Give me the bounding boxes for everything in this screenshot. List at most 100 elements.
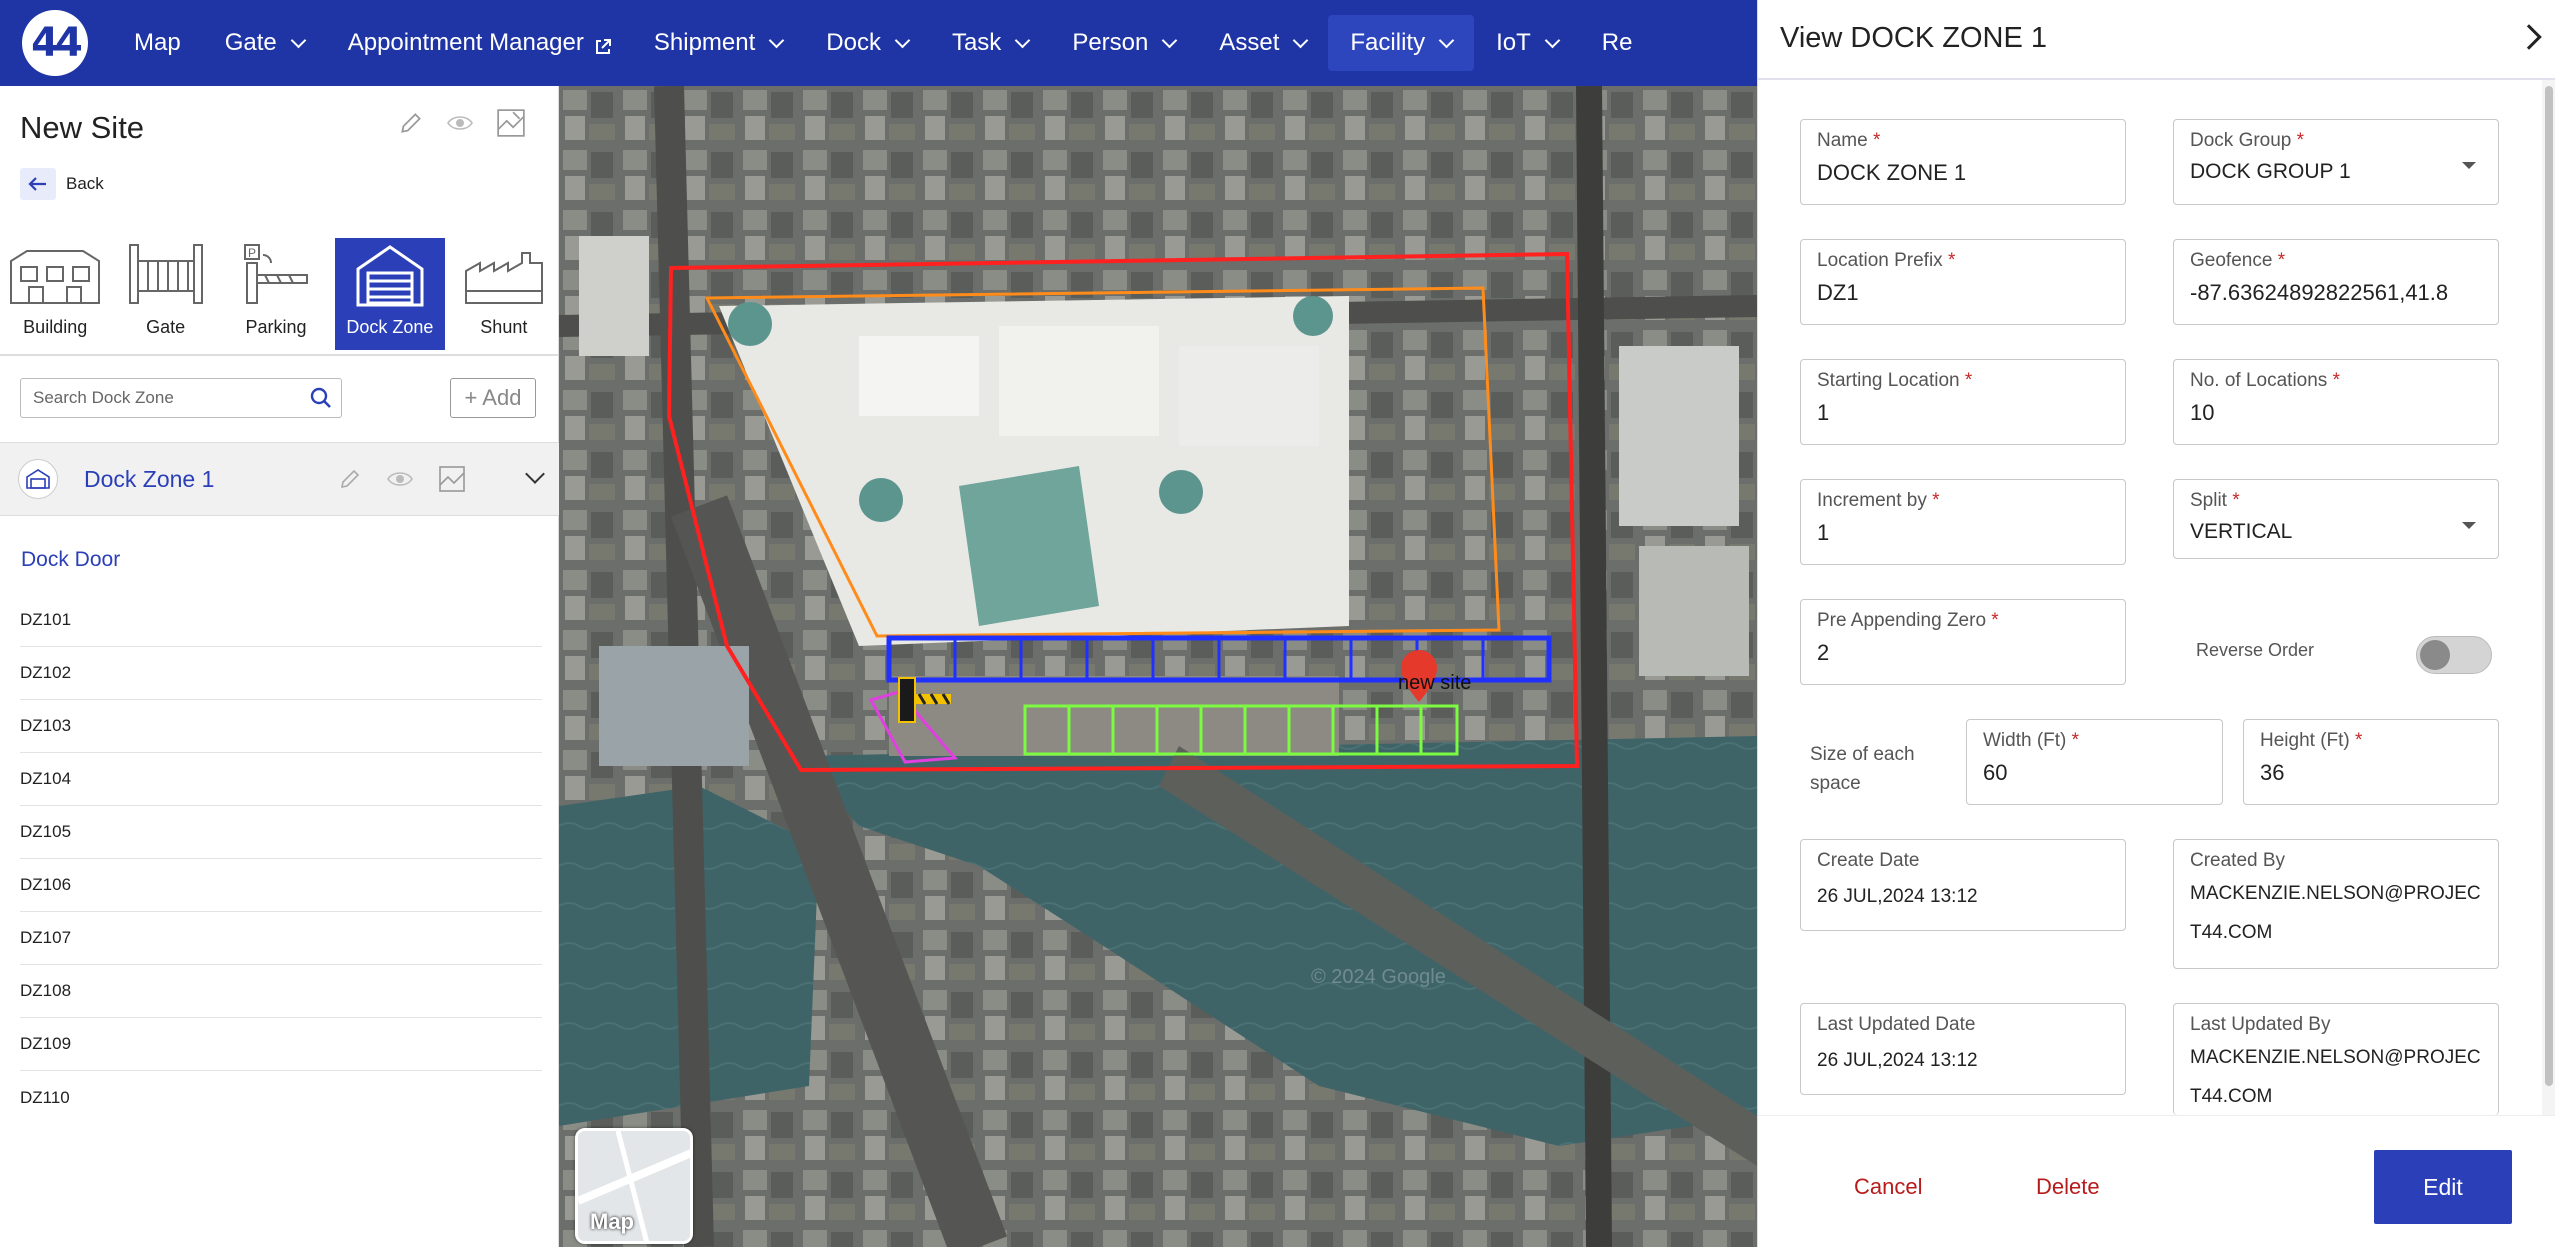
pre-appending-zero-field[interactable]: Pre Appending Zero * 2 (1800, 599, 2126, 685)
nav-item-shipment[interactable]: Shipment (632, 15, 804, 71)
dock-door-item[interactable]: DZ109 (20, 1018, 542, 1071)
cancel-button[interactable]: Cancel (1854, 1174, 1922, 1200)
no-of-locations-field[interactable]: No. of Locations * 10 (2173, 359, 2499, 445)
top-navigation: 44 Map Gate Appointment Manager Shipment Doc… (0, 0, 1757, 86)
tab-gate-label: Gate (146, 317, 186, 337)
nav-item-gate[interactable]: Gate (203, 15, 326, 71)
dropdown-arrow-icon (2462, 522, 2476, 529)
nav-item-person[interactable]: Person (1050, 15, 1197, 71)
dock-door-item[interactable]: DZ107 (20, 912, 542, 965)
height-ft-label: Height (Ft) * (2260, 730, 2363, 751)
drawer-scrollbar[interactable] (2542, 80, 2555, 1115)
eye-icon[interactable] (386, 469, 414, 489)
nav-item-map[interactable]: Map (112, 15, 203, 71)
size-of-each-space-label: Size of each space (1810, 744, 1915, 794)
nav-item-label: Dock (826, 29, 881, 56)
parking-icon: P (244, 244, 309, 304)
no-of-locations-value: 10 (2190, 400, 2215, 425)
eye-icon[interactable] (446, 112, 474, 134)
split-value: VERTICAL (2190, 520, 2293, 543)
dock-group-select[interactable]: Dock Group * DOCK GROUP 1 (2173, 119, 2499, 205)
nav-item-iot[interactable]: IoT (1474, 15, 1580, 71)
pre-appending-zero-value: 2 (1817, 640, 1830, 665)
external-link-icon (594, 35, 611, 54)
dock-door-item[interactable]: DZ108 (20, 965, 542, 1018)
created-by-field: Created By MACKENZIE.NELSON@PROJECT44.CO… (2173, 839, 2499, 969)
chevron-down-icon (1162, 32, 1178, 48)
nav-item-label: IoT (1496, 29, 1531, 56)
nav-item-label: Map (134, 29, 181, 56)
increment-by-label: Increment by * (1817, 490, 1940, 511)
drawer-title: View DOCK ZONE 1 (1780, 22, 2047, 54)
drawer-header: View DOCK ZONE 1 (1758, 0, 2555, 80)
site-actions (398, 108, 526, 138)
tab-building-label: Building (23, 317, 88, 337)
gate-icon (128, 244, 203, 304)
tab-building[interactable]: Building (0, 238, 110, 350)
location-prefix-field[interactable]: Location Prefix * DZ1 (1800, 239, 2126, 325)
chevron-down-icon (768, 32, 785, 48)
tab-dock-zone[interactable]: Dock Zone (335, 238, 445, 350)
nav-item-facility[interactable]: Facility (1328, 15, 1475, 71)
tab-shunt[interactable]: Shunt (449, 238, 559, 350)
scrollbar-thumb[interactable] (2545, 86, 2553, 1086)
reverse-order-toggle[interactable] (2416, 636, 2492, 674)
dock-door-item[interactable]: DZ101 (20, 594, 542, 647)
nav-item-label: Shipment (653, 29, 756, 56)
dock-door-item[interactable]: DZ103 (20, 700, 542, 753)
dock-door-item[interactable]: DZ105 (20, 806, 542, 859)
create-date-value: 26 JUL,2024 13:12 (1817, 886, 1978, 907)
search-icon[interactable] (301, 379, 341, 417)
starting-location-value: 1 (1817, 400, 1830, 425)
edit-pencil-icon[interactable] (398, 110, 424, 136)
increment-by-value: 1 (1817, 520, 1830, 545)
dock-door-item[interactable]: DZ110 (20, 1071, 542, 1124)
dock-zone-row[interactable]: Dock Zone 1 (0, 442, 559, 516)
edit-pencil-icon[interactable] (338, 467, 362, 491)
map-type-label: Map (590, 1209, 634, 1234)
site-title: New Site (20, 110, 145, 145)
dropdown-arrow-icon (2462, 162, 2476, 169)
map-draw-icon[interactable] (438, 465, 466, 493)
back-label: Back (66, 174, 104, 193)
dock-door-section-title: Dock Door (21, 548, 121, 571)
search-dock-zone-input[interactable] (33, 388, 301, 408)
chevron-down-icon[interactable] (525, 464, 545, 484)
satellite-imagery (559, 86, 1757, 1247)
project44-logo[interactable]: 44 (22, 10, 88, 76)
name-field[interactable]: Name * DOCK ZONE 1 (1800, 119, 2126, 205)
nav-item-asset[interactable]: Asset (1197, 15, 1328, 71)
tab-gate[interactable]: Gate (110, 238, 220, 350)
dock-door-list: DZ101 DZ102 DZ103 DZ104 DZ105 DZ106 DZ107 DZ108… (20, 594, 542, 1124)
nav-item-appointment-manager[interactable]: Appointment Manager (326, 15, 632, 71)
dock-door-item[interactable]: DZ106 (20, 859, 542, 912)
last-updated-date-value: 26 JUL,2024 13:12 (1817, 1050, 1978, 1071)
increment-by-field[interactable]: Increment by * 1 (1800, 479, 2126, 565)
svg-text:P: P (248, 246, 256, 260)
dock-zone-name[interactable]: Dock Zone 1 (84, 466, 214, 493)
nav-item-task[interactable]: Task (930, 15, 1050, 71)
satellite-map[interactable]: new site © 2024 Google Map (559, 86, 1757, 1247)
map-type-toggle[interactable]: Map (575, 1128, 693, 1244)
add-dock-zone-button[interactable]: + Add (450, 378, 536, 418)
nav-item-dock[interactable]: Dock (804, 15, 930, 71)
starting-location-field[interactable]: Starting Location * 1 (1800, 359, 2126, 445)
split-select[interactable]: Split * VERTICAL (2173, 479, 2499, 559)
edit-button[interactable]: Edit (2374, 1150, 2512, 1224)
map-draw-icon[interactable] (496, 108, 526, 138)
map-watermark: © 2024 Google (1311, 966, 1446, 988)
tab-parking[interactable]: P Parking (221, 238, 331, 350)
dock-door-item[interactable]: DZ102 (20, 647, 542, 700)
back-button[interactable]: Back (20, 168, 104, 200)
dock-door-item[interactable]: DZ104 (20, 753, 542, 806)
geofence-field[interactable]: Geofence * -87.63624892822561,41.8 (2173, 239, 2499, 325)
height-ft-field[interactable]: Height (Ft) * 36 (2243, 719, 2499, 805)
search-dock-zone-field[interactable] (20, 378, 342, 418)
view-dock-zone-drawer: View DOCK ZONE 1 Name * DOCK ZONE 1 Dock… (1757, 0, 2555, 1247)
width-ft-field[interactable]: Width (Ft) * 60 (1966, 719, 2223, 805)
dock-zone-icon (356, 245, 424, 307)
tab-shunt-label: Shunt (480, 317, 528, 337)
nav-item-re[interactable]: Re (1580, 15, 1655, 71)
delete-button[interactable]: Delete (2036, 1174, 2100, 1200)
close-drawer-chevron-icon[interactable] (2516, 24, 2542, 50)
